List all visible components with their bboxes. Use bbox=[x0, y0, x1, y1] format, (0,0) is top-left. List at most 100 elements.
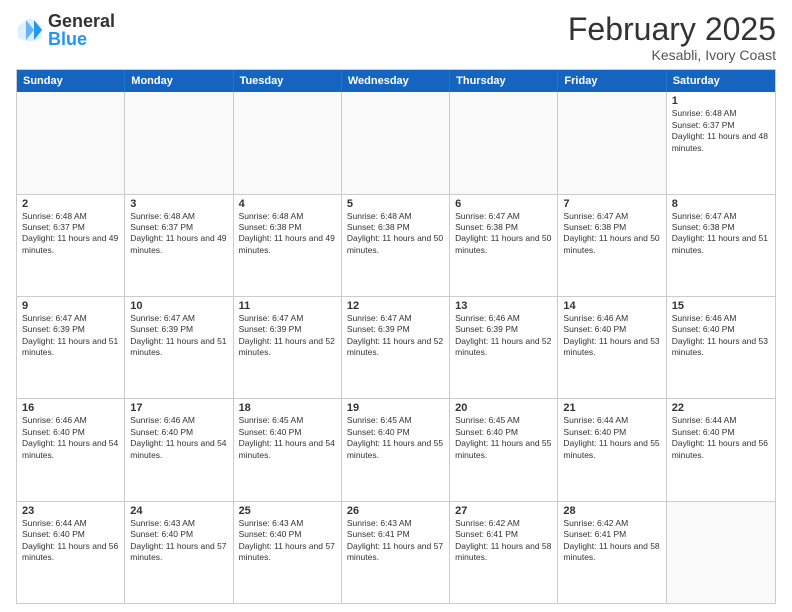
calendar-header: SundayMondayTuesdayWednesdayThursdayFrid… bbox=[17, 70, 775, 92]
day-number: 26 bbox=[347, 505, 444, 517]
logo-blue-text: Blue bbox=[48, 30, 115, 48]
day-info: Sunrise: 6:46 AM Sunset: 6:39 PM Dayligh… bbox=[455, 313, 552, 359]
calendar-cell: 7Sunrise: 6:47 AM Sunset: 6:38 PM Daylig… bbox=[558, 195, 666, 296]
day-number: 7 bbox=[563, 198, 660, 210]
day-number: 19 bbox=[347, 402, 444, 414]
calendar-cell: 19Sunrise: 6:45 AM Sunset: 6:40 PM Dayli… bbox=[342, 399, 450, 500]
day-number: 14 bbox=[563, 300, 660, 312]
title-location: Kesabli, Ivory Coast bbox=[568, 47, 776, 63]
calendar: SundayMondayTuesdayWednesdayThursdayFrid… bbox=[16, 69, 776, 604]
day-info: Sunrise: 6:48 AM Sunset: 6:38 PM Dayligh… bbox=[239, 211, 336, 257]
day-info: Sunrise: 6:48 AM Sunset: 6:37 PM Dayligh… bbox=[130, 211, 227, 257]
day-number: 3 bbox=[130, 198, 227, 210]
header-day-friday: Friday bbox=[558, 70, 666, 92]
calendar-row-4: 16Sunrise: 6:46 AM Sunset: 6:40 PM Dayli… bbox=[17, 398, 775, 500]
day-info: Sunrise: 6:46 AM Sunset: 6:40 PM Dayligh… bbox=[22, 415, 119, 461]
day-info: Sunrise: 6:42 AM Sunset: 6:41 PM Dayligh… bbox=[563, 518, 660, 564]
day-number: 28 bbox=[563, 505, 660, 517]
calendar-cell: 3Sunrise: 6:48 AM Sunset: 6:37 PM Daylig… bbox=[125, 195, 233, 296]
calendar-cell bbox=[125, 92, 233, 193]
calendar-cell: 21Sunrise: 6:44 AM Sunset: 6:40 PM Dayli… bbox=[558, 399, 666, 500]
day-info: Sunrise: 6:43 AM Sunset: 6:41 PM Dayligh… bbox=[347, 518, 444, 564]
calendar-cell: 9Sunrise: 6:47 AM Sunset: 6:39 PM Daylig… bbox=[17, 297, 125, 398]
title-month: February 2025 bbox=[568, 12, 776, 47]
day-number: 13 bbox=[455, 300, 552, 312]
day-info: Sunrise: 6:47 AM Sunset: 6:38 PM Dayligh… bbox=[455, 211, 552, 257]
calendar-cell: 11Sunrise: 6:47 AM Sunset: 6:39 PM Dayli… bbox=[234, 297, 342, 398]
day-info: Sunrise: 6:46 AM Sunset: 6:40 PM Dayligh… bbox=[130, 415, 227, 461]
header-day-saturday: Saturday bbox=[667, 70, 775, 92]
day-number: 22 bbox=[672, 402, 770, 414]
day-number: 18 bbox=[239, 402, 336, 414]
day-info: Sunrise: 6:47 AM Sunset: 6:39 PM Dayligh… bbox=[22, 313, 119, 359]
day-number: 8 bbox=[672, 198, 770, 210]
calendar-cell: 12Sunrise: 6:47 AM Sunset: 6:39 PM Dayli… bbox=[342, 297, 450, 398]
day-info: Sunrise: 6:46 AM Sunset: 6:40 PM Dayligh… bbox=[563, 313, 660, 359]
day-number: 10 bbox=[130, 300, 227, 312]
day-info: Sunrise: 6:44 AM Sunset: 6:40 PM Dayligh… bbox=[22, 518, 119, 564]
logo-icon bbox=[16, 16, 44, 44]
logo: General Blue bbox=[16, 12, 115, 48]
calendar-cell: 6Sunrise: 6:47 AM Sunset: 6:38 PM Daylig… bbox=[450, 195, 558, 296]
day-info: Sunrise: 6:42 AM Sunset: 6:41 PM Dayligh… bbox=[455, 518, 552, 564]
calendar-cell: 15Sunrise: 6:46 AM Sunset: 6:40 PM Dayli… bbox=[667, 297, 775, 398]
calendar-cell: 18Sunrise: 6:45 AM Sunset: 6:40 PM Dayli… bbox=[234, 399, 342, 500]
day-number: 6 bbox=[455, 198, 552, 210]
header: General Blue February 2025 Kesabli, Ivor… bbox=[16, 12, 776, 63]
calendar-row-3: 9Sunrise: 6:47 AM Sunset: 6:39 PM Daylig… bbox=[17, 296, 775, 398]
day-number: 2 bbox=[22, 198, 119, 210]
day-number: 20 bbox=[455, 402, 552, 414]
day-info: Sunrise: 6:47 AM Sunset: 6:39 PM Dayligh… bbox=[347, 313, 444, 359]
calendar-body: 1 Sunrise: 6:48 AM Sunset: 6:37 PM Daylig… bbox=[17, 92, 775, 603]
title-block: February 2025 Kesabli, Ivory Coast bbox=[568, 12, 776, 63]
day-info: Sunrise: 6:43 AM Sunset: 6:40 PM Dayligh… bbox=[130, 518, 227, 564]
calendar-cell: 4Sunrise: 6:48 AM Sunset: 6:38 PM Daylig… bbox=[234, 195, 342, 296]
calendar-cell bbox=[558, 92, 666, 193]
calendar-cell: 14Sunrise: 6:46 AM Sunset: 6:40 PM Dayli… bbox=[558, 297, 666, 398]
calendar-cell bbox=[342, 92, 450, 193]
calendar-row-2: 2 Sunrise: 6:48 AM Sunset: 6:37 PM Daylig… bbox=[17, 194, 775, 296]
day-info: Sunrise: 6:44 AM Sunset: 6:40 PM Dayligh… bbox=[563, 415, 660, 461]
day-info: Sunrise: 6:47 AM Sunset: 6:38 PM Dayligh… bbox=[563, 211, 660, 257]
calendar-cell: 13Sunrise: 6:46 AM Sunset: 6:39 PM Dayli… bbox=[450, 297, 558, 398]
header-day-thursday: Thursday bbox=[450, 70, 558, 92]
header-day-monday: Monday bbox=[125, 70, 233, 92]
day-number: 25 bbox=[239, 505, 336, 517]
calendar-row-5: 23Sunrise: 6:44 AM Sunset: 6:40 PM Dayli… bbox=[17, 501, 775, 603]
calendar-cell: 10Sunrise: 6:47 AM Sunset: 6:39 PM Dayli… bbox=[125, 297, 233, 398]
day-number: 27 bbox=[455, 505, 552, 517]
day-number: 5 bbox=[347, 198, 444, 210]
day-number: 15 bbox=[672, 300, 770, 312]
header-day-tuesday: Tuesday bbox=[234, 70, 342, 92]
day-info: Sunrise: 6:43 AM Sunset: 6:40 PM Dayligh… bbox=[239, 518, 336, 564]
calendar-cell: 25Sunrise: 6:43 AM Sunset: 6:40 PM Dayli… bbox=[234, 502, 342, 603]
day-number: 1 bbox=[672, 95, 770, 107]
logo-text: General Blue bbox=[48, 12, 115, 48]
calendar-cell: 1Sunrise: 6:48 AM Sunset: 6:37 PM Daylig… bbox=[667, 92, 775, 193]
calendar-cell: 8Sunrise: 6:47 AM Sunset: 6:38 PM Daylig… bbox=[667, 195, 775, 296]
day-number: 21 bbox=[563, 402, 660, 414]
page: General Blue February 2025 Kesabli, Ivor… bbox=[0, 0, 792, 612]
calendar-cell: 27Sunrise: 6:42 AM Sunset: 6:41 PM Dayli… bbox=[450, 502, 558, 603]
day-info: Sunrise: 6:46 AM Sunset: 6:40 PM Dayligh… bbox=[672, 313, 770, 359]
calendar-cell: 16Sunrise: 6:46 AM Sunset: 6:40 PM Dayli… bbox=[17, 399, 125, 500]
day-number: 16 bbox=[22, 402, 119, 414]
calendar-cell bbox=[450, 92, 558, 193]
day-number: 23 bbox=[22, 505, 119, 517]
calendar-cell: 2Sunrise: 6:48 AM Sunset: 6:37 PM Daylig… bbox=[17, 195, 125, 296]
day-number: 12 bbox=[347, 300, 444, 312]
calendar-cell: 26Sunrise: 6:43 AM Sunset: 6:41 PM Dayli… bbox=[342, 502, 450, 603]
day-info: Sunrise: 6:44 AM Sunset: 6:40 PM Dayligh… bbox=[672, 415, 770, 461]
calendar-row-1: 1Sunrise: 6:48 AM Sunset: 6:37 PM Daylig… bbox=[17, 92, 775, 193]
day-number: 9 bbox=[22, 300, 119, 312]
day-number: 24 bbox=[130, 505, 227, 517]
day-info: Sunrise: 6:45 AM Sunset: 6:40 PM Dayligh… bbox=[347, 415, 444, 461]
calendar-cell: 20Sunrise: 6:45 AM Sunset: 6:40 PM Dayli… bbox=[450, 399, 558, 500]
calendar-cell: 17Sunrise: 6:46 AM Sunset: 6:40 PM Dayli… bbox=[125, 399, 233, 500]
calendar-cell bbox=[667, 502, 775, 603]
calendar-cell: 23Sunrise: 6:44 AM Sunset: 6:40 PM Dayli… bbox=[17, 502, 125, 603]
day-info: Sunrise: 6:48 AM Sunset: 6:38 PM Dayligh… bbox=[347, 211, 444, 257]
logo-general-text: General bbox=[48, 12, 115, 30]
day-info: Sunrise: 6:47 AM Sunset: 6:38 PM Dayligh… bbox=[672, 211, 770, 257]
calendar-cell: 28Sunrise: 6:42 AM Sunset: 6:41 PM Dayli… bbox=[558, 502, 666, 603]
